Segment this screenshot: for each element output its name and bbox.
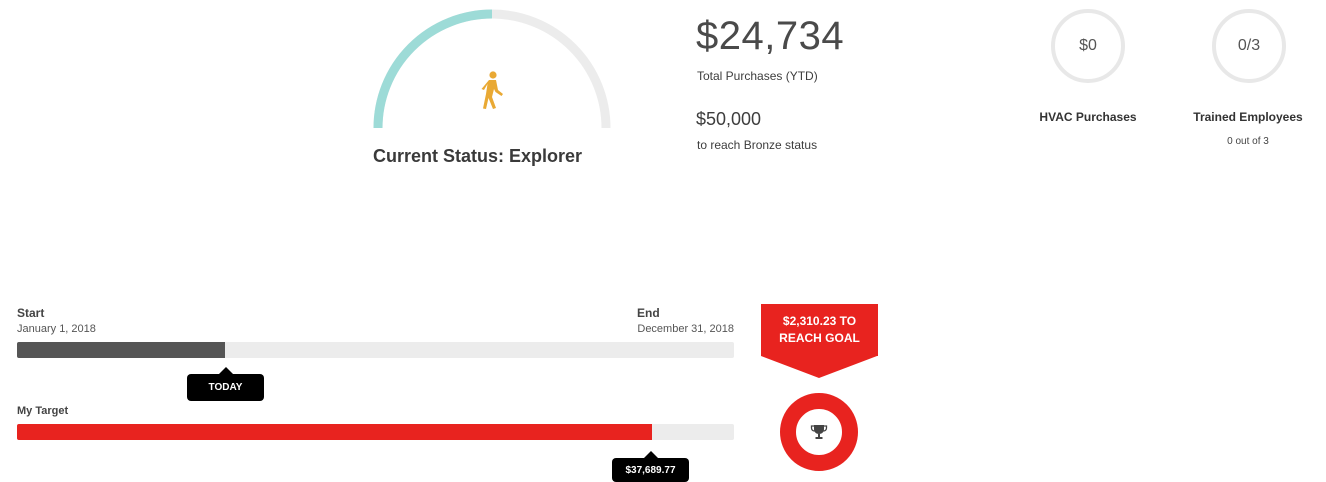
timeline-track: [17, 342, 734, 358]
next-status-label: to reach Bronze status: [697, 138, 818, 152]
hvac-purchases-circle: $0: [1051, 9, 1125, 83]
hvac-purchases-label: HVAC Purchases: [1039, 110, 1137, 124]
timeline-start-date: January 1, 2018: [17, 323, 96, 335]
trained-employees-value: 0/3: [1237, 37, 1261, 54]
trophy-icon: [810, 423, 828, 441]
current-status-title: Current Status: Explorer: [372, 146, 583, 166]
total-purchases-label: Total Purchases (YTD): [697, 69, 818, 83]
target-progress-fill: [17, 424, 652, 440]
trained-employees-sub: 0 out of 3: [1227, 136, 1269, 147]
target-value-marker: $37,689.77: [612, 451, 689, 482]
timeline-end-label: End: [637, 306, 660, 320]
status-gauge: [368, 4, 616, 134]
timeline-end-date: December 31, 2018: [637, 323, 734, 335]
goal-trophy-badge: [780, 393, 858, 471]
hvac-purchases-value: $0: [1079, 37, 1097, 54]
reach-goal-text: $2,310.23 TO REACH GOAL: [779, 314, 860, 345]
today-marker: TODAY: [187, 367, 264, 401]
total-purchases-amount: $24,734: [696, 14, 845, 58]
timeline-start-label: Start: [17, 306, 45, 320]
reach-goal-banner: $2,310.23 TO REACH GOAL: [761, 304, 878, 356]
next-status-amount: $50,000: [696, 109, 762, 129]
trained-employees-label: Trained Employees: [1193, 110, 1303, 124]
trained-employees-circle: 0/3: [1212, 9, 1286, 83]
reach-goal-arrow: [761, 356, 877, 378]
walking-person-icon: [476, 70, 506, 115]
target-track: [17, 424, 734, 440]
my-target-label: My Target: [17, 405, 69, 417]
timeline-elapsed-fill: [17, 342, 225, 358]
